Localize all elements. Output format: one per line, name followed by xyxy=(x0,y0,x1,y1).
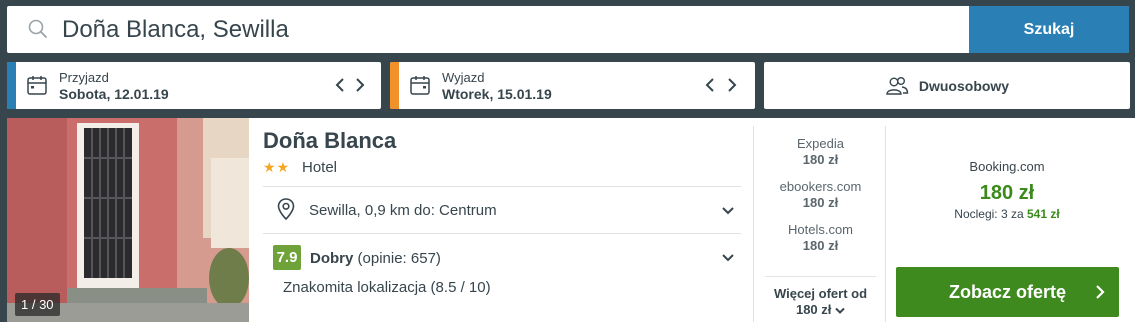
room-type-selector[interactable]: Dwuosobowy xyxy=(764,62,1130,109)
location-text: Sewilla, 0,9 km do: Centrum xyxy=(309,202,497,219)
best-offer-site: Booking.com xyxy=(969,159,1045,174)
hotel-result-card: 1 / 30 Doña Blanca ★ ★ Hotel Sewilla, 0,… xyxy=(7,118,1135,322)
best-offer-price[interactable]: 180 zł xyxy=(887,182,1127,205)
chevron-down-icon[interactable] xyxy=(721,253,735,263)
hotel-name[interactable]: Doña Blanca xyxy=(263,128,396,154)
offer-site: ebookers.com xyxy=(779,179,862,194)
search-bar: Szukaj xyxy=(7,6,1129,53)
column-separator xyxy=(885,126,886,322)
offer-price: 180 zł xyxy=(802,152,839,167)
best-offer-nights: Noclegi: 3 za 541 zł xyxy=(887,207,1127,221)
offer-item[interactable]: Expedia 180 zł xyxy=(762,136,879,168)
rating-label: Dobry xyxy=(310,250,354,267)
hotel-stars: ★ ★ xyxy=(263,159,289,175)
rating-badge: 7.9 xyxy=(273,245,301,270)
chevron-left-icon[interactable] xyxy=(703,76,717,94)
location-row[interactable]: Sewilla, 0,9 km do: Centrum xyxy=(263,188,741,233)
view-offer-label: Zobacz ofertę xyxy=(948,281,1067,302)
checkin-label: Przyjazd xyxy=(59,70,109,85)
chevron-left-icon[interactable] xyxy=(333,76,347,94)
offer-item[interactable]: Hotels.com 180 zł xyxy=(762,222,879,254)
calendar-icon xyxy=(27,76,47,95)
hotel-type: Hotel xyxy=(302,159,338,176)
chevron-right-icon xyxy=(1096,285,1105,299)
search-input[interactable] xyxy=(62,6,967,53)
checkout-value: Wtorek, 15.01.19 xyxy=(442,86,552,102)
column-separator xyxy=(753,126,754,322)
search-icon xyxy=(28,19,47,38)
calendar-icon xyxy=(410,76,430,95)
chevron-down-icon[interactable] xyxy=(721,206,735,216)
offer-site: Hotels.com xyxy=(787,222,854,237)
hotel-photo-image xyxy=(7,118,249,322)
offer-price: 180 zł xyxy=(802,195,839,210)
nights-label: Noclegi: 3 za xyxy=(954,207,1024,221)
nights-total: 541 zł xyxy=(1027,207,1060,221)
chevron-right-icon[interactable] xyxy=(725,76,739,94)
photo-counter: 1 / 30 xyxy=(15,293,60,316)
more-offers-price: 180 zł xyxy=(795,302,832,317)
checkin-accent xyxy=(7,62,16,109)
checkin-date-picker[interactable]: Przyjazd Sobota, 12.01.19 xyxy=(7,62,381,109)
rating-subtext: Znakomita lokalizacja (8.5 / 10) xyxy=(283,279,491,296)
more-offers-price-row: 180 zł xyxy=(765,302,876,318)
divider xyxy=(263,233,741,234)
view-offer-button[interactable]: Zobacz ofertę xyxy=(896,267,1119,317)
room-type-label: Dwuosobowy xyxy=(918,77,1010,94)
rating-text[interactable]: Dobry (opinie: 657) xyxy=(310,250,441,267)
hotel-info: Doña Blanca ★ ★ Hotel Sewilla, 0,9 km do… xyxy=(263,118,741,322)
guests-icon xyxy=(886,76,909,95)
map-pin-icon xyxy=(277,198,295,220)
checkout-label: Wyjazd xyxy=(442,70,485,85)
hotel-photo[interactable]: 1 / 30 xyxy=(7,118,249,322)
star-icon: ★ xyxy=(263,159,276,175)
offer-site: Expedia xyxy=(797,136,844,151)
checkout-accent xyxy=(390,62,399,109)
more-offers-label: Więcej ofert od xyxy=(773,286,868,301)
offer-price: 180 zł xyxy=(802,238,839,253)
divider xyxy=(263,186,741,187)
more-offers-button[interactable]: Więcej ofert od 180 zł xyxy=(765,276,876,318)
offer-item[interactable]: ebookers.com 180 zł xyxy=(762,179,879,211)
chevron-right-icon[interactable] xyxy=(353,76,367,94)
checkout-date-picker[interactable]: Wyjazd Wtorek, 15.01.19 xyxy=(390,62,755,109)
chevron-down-icon xyxy=(835,307,845,314)
rating-reviews: (opinie: 657) xyxy=(357,250,441,267)
star-icon: ★ xyxy=(276,159,290,175)
search-button[interactable]: Szukaj xyxy=(969,6,1129,53)
checkin-value: Sobota, 12.01.19 xyxy=(59,86,169,102)
